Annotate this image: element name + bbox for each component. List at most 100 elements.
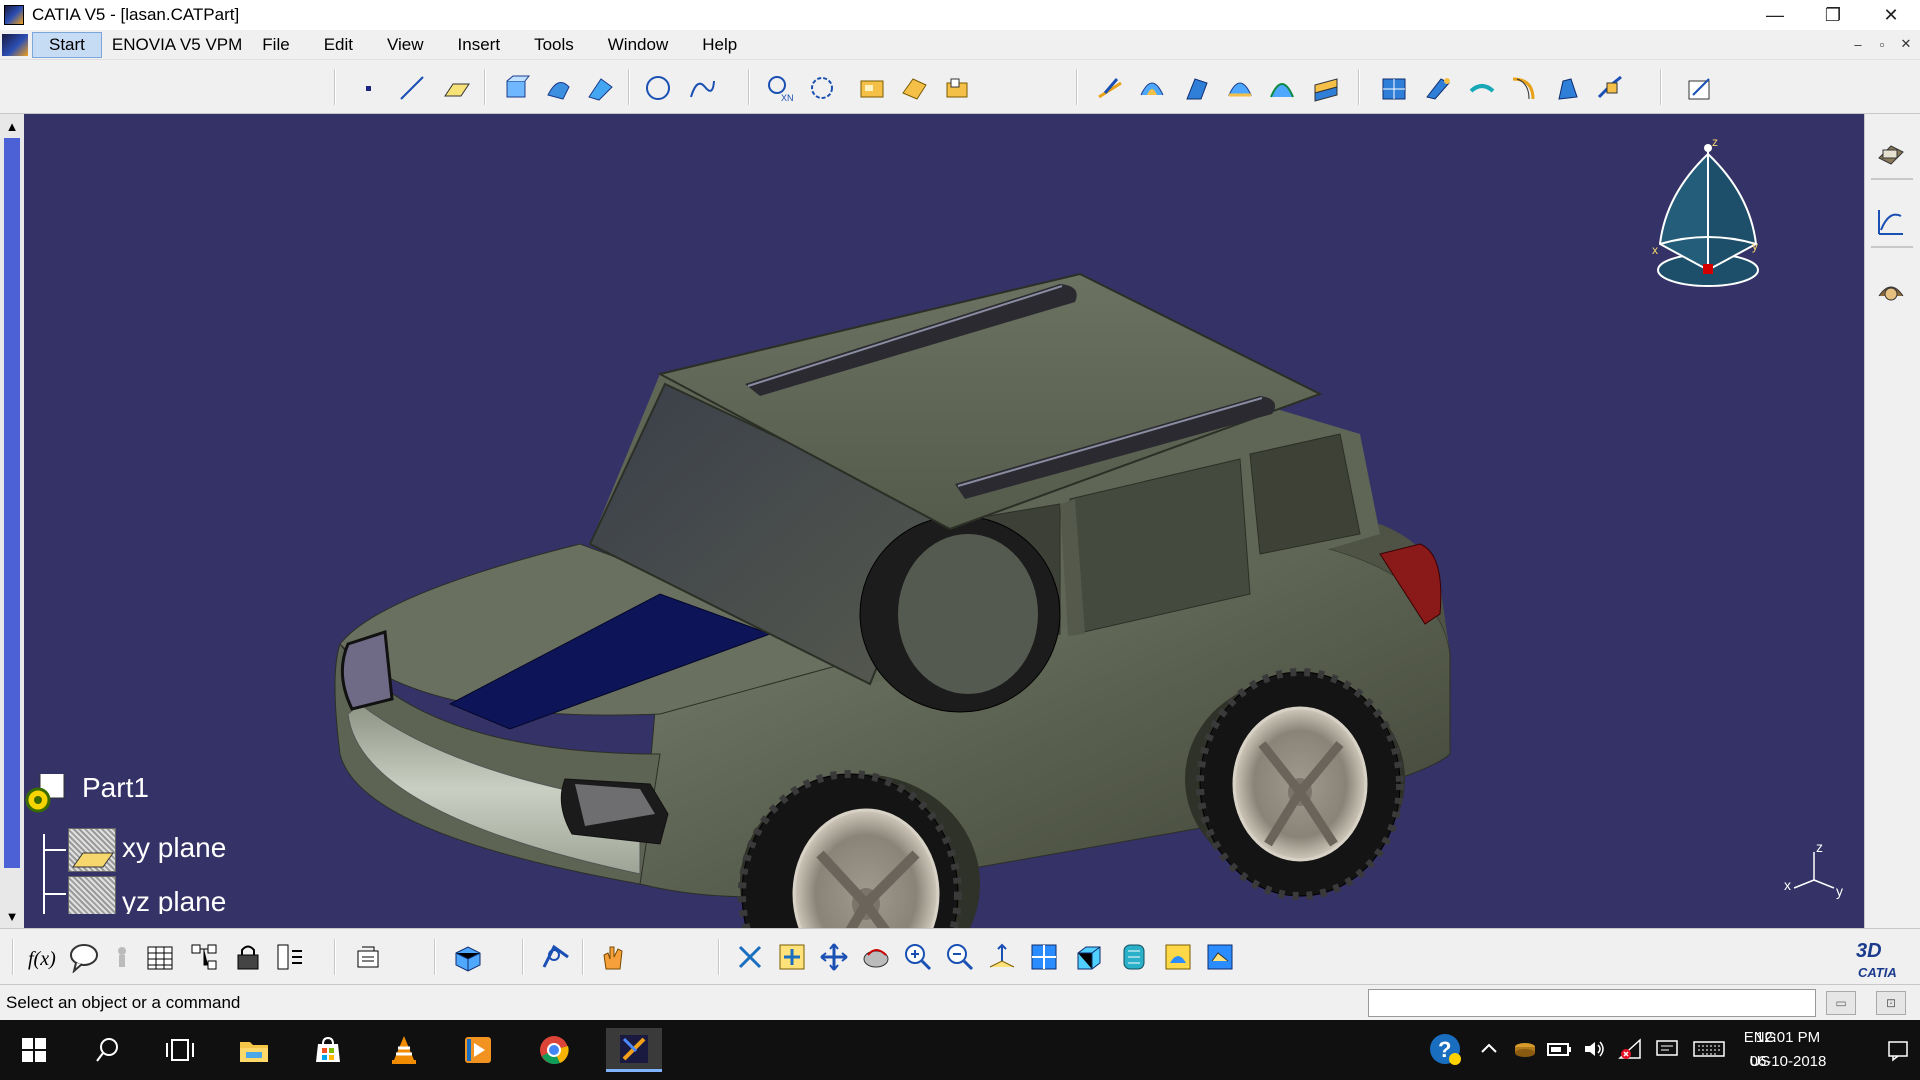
minimize-button[interactable]: — [1746, 0, 1804, 30]
windows-start-icon[interactable] [10, 1028, 58, 1072]
catia-menu-icon[interactable] [2, 33, 28, 56]
part-icon[interactable] [24, 774, 70, 816]
formula-icon[interactable]: f(x) [26, 941, 58, 973]
surface-sweep-icon[interactable] [1180, 72, 1212, 104]
measure-icon[interactable] [106, 941, 138, 973]
notification-message-icon[interactable] [1654, 1036, 1680, 1062]
offset-icon[interactable] [942, 72, 974, 104]
plane-icon[interactable] [440, 72, 472, 104]
network-icon[interactable] [1618, 1036, 1644, 1062]
doc-minimize-button[interactable]: – [1848, 34, 1868, 54]
transform-icon[interactable] [1552, 72, 1584, 104]
zoom-out-icon[interactable] [902, 941, 934, 973]
compass-widget[interactable]: x y z [1640, 134, 1780, 294]
shading-icon[interactable] [1028, 941, 1060, 973]
doc-close-button[interactable]: ✕ [1896, 34, 1916, 54]
notification-center-icon[interactable] [1886, 1038, 1910, 1062]
plane-yz-icon[interactable] [68, 876, 116, 914]
command-cancel-button[interactable]: ⊡ [1876, 991, 1906, 1015]
hand-icon[interactable] [598, 941, 630, 973]
lock-icon[interactable] [232, 941, 264, 973]
analysis-icon[interactable] [540, 941, 572, 973]
catia-taskbar-icon[interactable] [606, 1028, 662, 1072]
plane-xy-icon[interactable] [68, 828, 116, 872]
swap-icon[interactable] [1118, 941, 1150, 973]
pan-icon[interactable] [776, 941, 808, 973]
3d-viewport[interactable]: ▲ ▼ x y z z x y Part1 xy plane yz plane [0, 114, 1864, 928]
boundary-icon[interactable] [806, 72, 838, 104]
spline-icon[interactable] [686, 72, 718, 104]
render-style-icon[interactable] [1204, 941, 1236, 973]
media-player-icon[interactable] [454, 1028, 502, 1072]
extrapolate-icon[interactable] [1594, 72, 1626, 104]
normal-view-icon[interactable] [944, 941, 976, 973]
file-explorer-icon[interactable] [230, 1028, 278, 1072]
surface-fill-icon[interactable] [1266, 72, 1298, 104]
search-icon[interactable] [84, 1028, 132, 1072]
catalog-icon[interactable] [352, 941, 384, 973]
trim-icon[interactable] [1422, 72, 1454, 104]
vlc-icon[interactable] [380, 1028, 428, 1072]
revolve-icon[interactable] [542, 72, 574, 104]
extract-icon[interactable] [1466, 72, 1498, 104]
sweep-icon[interactable] [584, 72, 616, 104]
clock-date: 06-10-2018 [1749, 1053, 1827, 1070]
menu-help[interactable]: Help [692, 32, 747, 58]
menu-enovia[interactable]: ENOVIA V5 VPM [102, 32, 252, 58]
split-icon[interactable] [1378, 72, 1410, 104]
doc-restore-button[interactable]: ▫ [1872, 34, 1892, 54]
surface-blend-icon[interactable] [1224, 72, 1256, 104]
circle-icon[interactable] [642, 72, 674, 104]
task-view-icon[interactable] [156, 1028, 204, 1072]
store-icon[interactable] [304, 1028, 352, 1072]
command-apply-button[interactable]: ▭ [1826, 991, 1856, 1015]
tree-item-yz-plane[interactable]: yz plane [122, 886, 226, 914]
menu-window[interactable]: Window [598, 32, 678, 58]
surface-revolve-icon[interactable] [1136, 72, 1168, 104]
help-icon[interactable]: ? [1428, 1032, 1462, 1066]
multi-section-icon[interactable] [1310, 72, 1342, 104]
chrome-icon[interactable] [530, 1028, 578, 1072]
system-clock[interactable]: 12:01 PM 06-10-2018 [1728, 1026, 1848, 1074]
zoom-in-icon[interactable] [860, 941, 892, 973]
tree-item-xy-plane[interactable]: xy plane [122, 832, 226, 864]
storage-icon[interactable] [1512, 1036, 1538, 1062]
specification-tree: Part1 xy plane yz plane [24, 774, 344, 914]
sketch-icon[interactable] [1684, 72, 1716, 104]
menu-view[interactable]: View [377, 32, 434, 58]
menu-start[interactable]: Start [32, 31, 102, 58]
parameters-icon[interactable] [274, 941, 306, 973]
join-icon[interactable] [856, 72, 888, 104]
line-icon[interactable] [396, 72, 428, 104]
rotate-icon[interactable] [818, 941, 850, 973]
keyboard-icon[interactable] [1692, 1036, 1726, 1062]
workbench-icon[interactable] [1875, 138, 1907, 170]
battery-icon[interactable] [1546, 1036, 1572, 1062]
chevron-up-icon[interactable] [1476, 1036, 1502, 1062]
render-icon[interactable] [1162, 941, 1194, 973]
hide-show-icon[interactable] [1072, 941, 1104, 973]
point-icon[interactable] [352, 72, 384, 104]
menu-insert[interactable]: Insert [448, 32, 511, 58]
close-button[interactable]: ✕ [1862, 0, 1920, 30]
volume-icon[interactable] [1582, 1036, 1608, 1062]
menu-file[interactable]: File [252, 32, 299, 58]
fit-all-icon[interactable] [734, 941, 766, 973]
hierarchy-icon[interactable] [188, 941, 220, 973]
command-input[interactable] [1368, 989, 1816, 1017]
knowledge-icon[interactable] [1875, 274, 1907, 306]
part-design-icon[interactable] [452, 941, 484, 973]
extrude-icon[interactable] [500, 72, 532, 104]
menu-tools[interactable]: Tools [524, 32, 584, 58]
fill-icon[interactable] [898, 72, 930, 104]
comment-icon[interactable] [68, 941, 100, 973]
menu-edit[interactable]: Edit [314, 32, 363, 58]
fillet-icon[interactable] [1508, 72, 1540, 104]
intersection-icon[interactable]: XN [764, 72, 796, 104]
iso-view-icon[interactable] [986, 941, 1018, 973]
tree-root-part1[interactable]: Part1 [82, 774, 149, 804]
curve-analysis-icon[interactable] [1875, 206, 1907, 238]
surface-extrude-icon[interactable] [1094, 72, 1126, 104]
restore-button[interactable]: ❐ [1804, 0, 1862, 30]
table-icon[interactable] [144, 941, 176, 973]
